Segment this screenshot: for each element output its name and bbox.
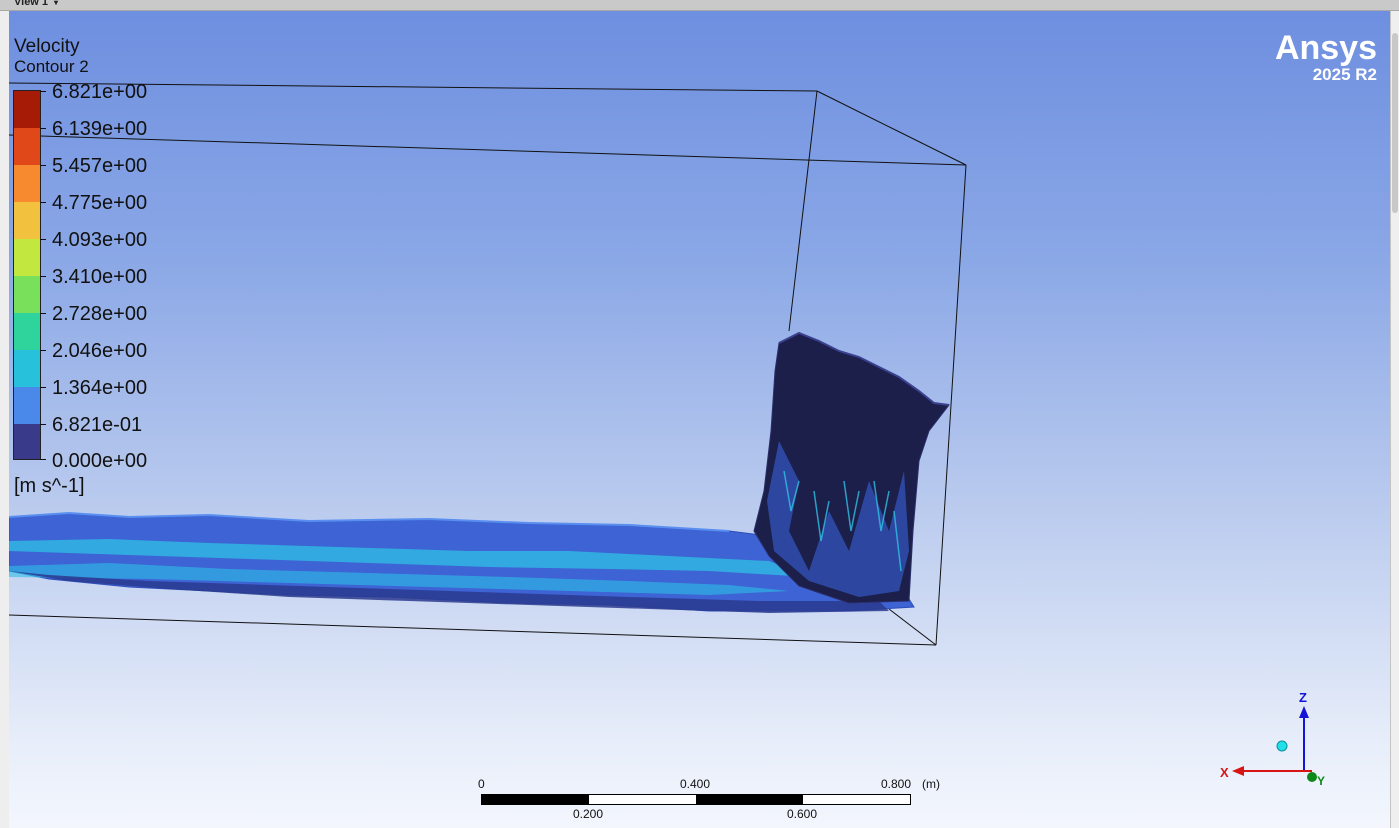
legend-tick-label: 0.000e+00: [52, 450, 148, 472]
legend-tick-mark: [40, 202, 46, 203]
z-axis-label: Z: [1299, 690, 1307, 705]
legend-band: [14, 128, 40, 165]
legend-tick-mark: [40, 350, 46, 351]
legend-tick-mark: [40, 459, 46, 460]
legend-band: [14, 239, 40, 276]
scale-label: 0: [478, 777, 485, 791]
legend-tick-label: 2.046e+00: [52, 340, 148, 362]
view-selector-label: View 1: [14, 0, 49, 8]
scale-label: 0.400: [680, 777, 711, 791]
legend-tick-mark: [40, 276, 46, 277]
splash-column: [753, 331, 950, 604]
legend-tick-mark: [40, 128, 46, 129]
legend-band: [14, 313, 40, 350]
3d-viewport[interactable]: Velocity Contour 2 6.821e+00 6.139e+00 5…: [9, 11, 1390, 828]
scale-label: 0.200: [573, 807, 604, 821]
color-legend-bar: [13, 90, 41, 460]
legend-tick-label: 6.821e-01: [52, 414, 143, 436]
legend-title: Velocity: [14, 36, 80, 57]
legend-tick-label: 3.410e+00: [52, 266, 148, 288]
legend-tick-mark: [40, 387, 46, 388]
legend-band: [14, 424, 40, 459]
scene-graphics: [9, 82, 967, 646]
scale-unit: (m): [922, 777, 940, 791]
z-arrow-icon: [1299, 706, 1309, 718]
scale-label: 0.600: [787, 807, 818, 821]
legend-tick-label: 4.775e+00: [52, 192, 148, 214]
scale-label: 0.800: [881, 777, 912, 791]
ansys-logo: Ansys 2025 R2: [1267, 30, 1377, 84]
brand-name: Ansys: [1274, 29, 1377, 67]
legend-band: [14, 350, 40, 387]
x-axis-label: X: [1220, 765, 1229, 780]
y-axis-label: Y: [1317, 774, 1325, 788]
scale-segments: [481, 794, 911, 805]
legend-tick-mark: [40, 239, 46, 240]
viewer-titlebar: View 1 ▾: [0, 0, 1399, 11]
legend-tick-mark: [40, 313, 46, 314]
scrollbar-thumb[interactable]: [1392, 33, 1398, 213]
chevron-down-icon: ▾: [54, 0, 59, 7]
legend-tick-mark: [40, 91, 46, 92]
view-selector[interactable]: View 1 ▾: [14, 0, 58, 9]
x-arrow-icon: [1232, 766, 1244, 776]
ruler-scale: 0 0.400 0.800 (m) 0.200 0.600: [478, 777, 940, 827]
legend-tick-label: 6.821e+00: [52, 81, 148, 103]
brand-version: 2025 R2: [1312, 65, 1377, 84]
legend-band: [14, 202, 40, 239]
legend-tick-label: 1.364e+00: [52, 377, 148, 399]
legend-band: [14, 276, 40, 313]
legend-tick-mark: [40, 424, 46, 425]
legend-band: [14, 91, 40, 128]
viewport-scrollbar[interactable]: [1390, 11, 1399, 828]
legend-subtitle: Contour 2: [14, 57, 89, 76]
legend-tick-label: 4.093e+00: [52, 229, 148, 251]
legend-band: [14, 165, 40, 202]
legend-tick-mark: [40, 165, 46, 166]
axis-triad[interactable]: Z X Y: [1214, 686, 1334, 796]
legend-units: [m s^-1]: [14, 475, 85, 497]
view-center-icon[interactable]: [1276, 740, 1288, 752]
legend-tick-label: 2.728e+00: [52, 303, 148, 325]
y-axis-dot: [1307, 772, 1317, 782]
legend-band: [14, 387, 40, 424]
legend-tick-label: 6.139e+00: [52, 118, 148, 140]
legend-tick-label: 5.457e+00: [52, 155, 148, 177]
